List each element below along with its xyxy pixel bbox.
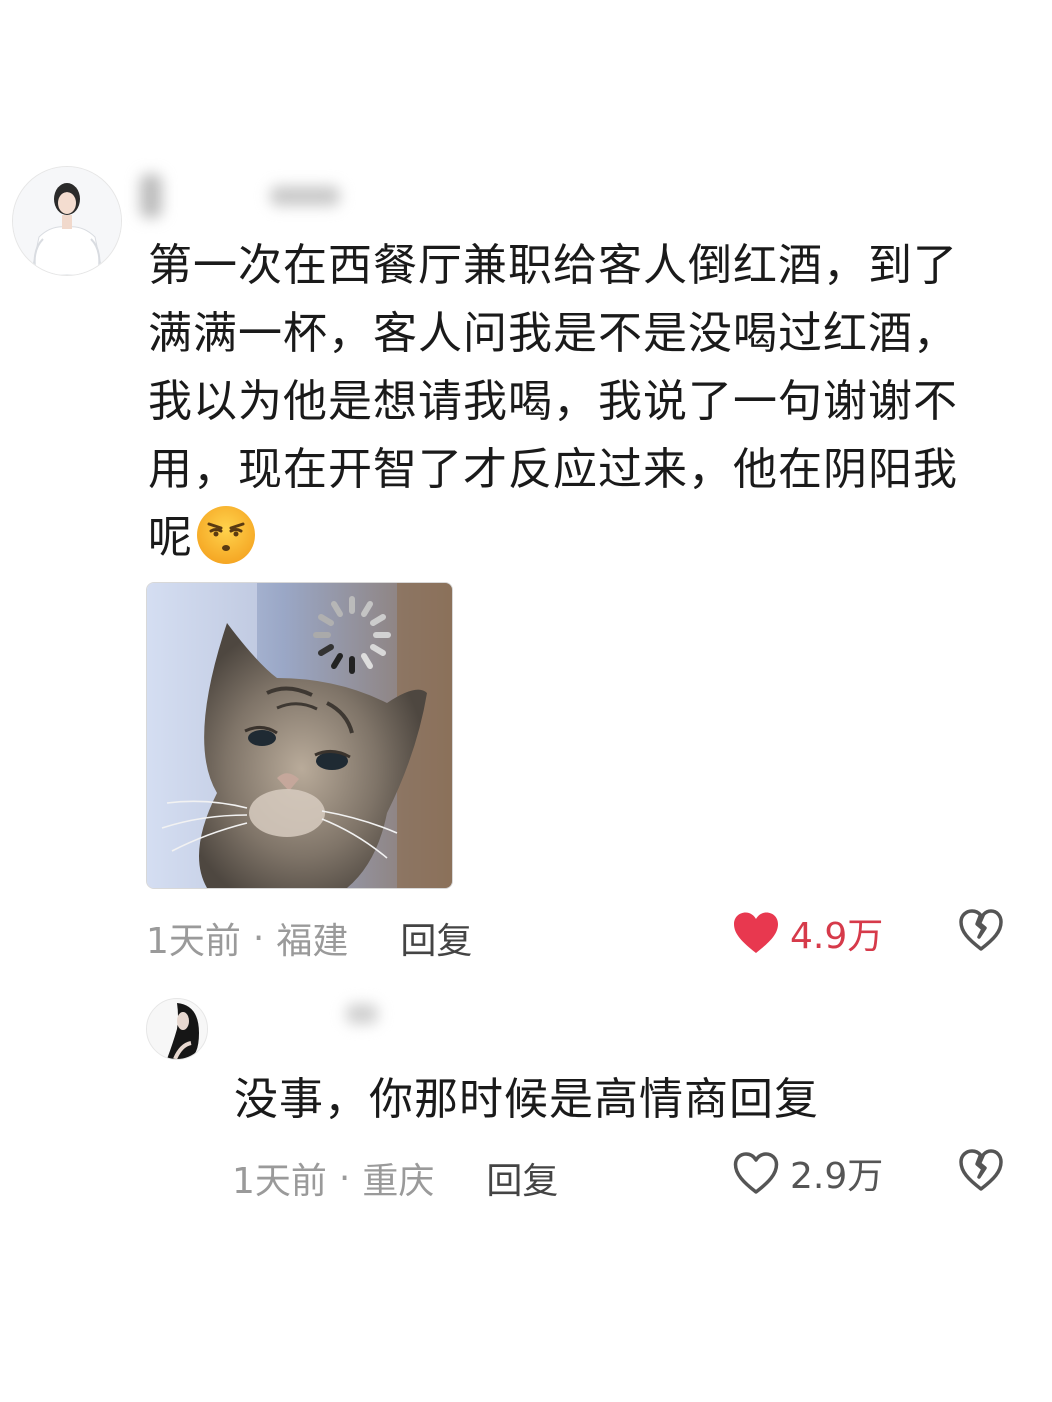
comment-location: 重庆 xyxy=(362,1161,435,1202)
comment-time: 1天前 xyxy=(146,921,241,962)
comment-location: 福建 xyxy=(276,921,349,962)
comment-text: 没事，你那时候是高情商回复 xyxy=(234,1066,994,1134)
broken-heart-icon xyxy=(959,909,1003,951)
reply-button[interactable]: 回复 xyxy=(400,912,472,964)
dislike-button[interactable] xyxy=(958,908,1004,952)
broken-heart-icon xyxy=(959,1149,1003,1191)
comment-meta: 1天前 · 福建 回复 xyxy=(146,912,472,964)
like-button[interactable]: 4.9万 xyxy=(732,907,883,959)
comment-text: 第一次在西餐厅兼职给客人倒红酒，到了满满一杯，客人问我是不是没喝过红酒，我以为他… xyxy=(148,232,978,572)
cat-meme-image[interactable] xyxy=(146,582,453,889)
unamused-face-emoji-icon xyxy=(195,504,257,566)
dislike-button[interactable] xyxy=(958,1148,1004,1192)
comment-meta: 1天前 · 重庆 回复 xyxy=(232,1152,558,1204)
commenter-avatar[interactable] xyxy=(12,166,122,276)
comment-time: 1天前 xyxy=(232,1161,327,1202)
comment-body: 没事，你那时候是高情商回复 xyxy=(234,1074,819,1125)
like-count: 2.9万 xyxy=(790,1156,884,1197)
user-avatar-icon xyxy=(147,999,207,1059)
cat-meme-image-icon xyxy=(147,583,452,888)
like-button[interactable]: 2.9万 xyxy=(732,1147,883,1199)
meta-separator: · xyxy=(338,1157,351,1199)
commenter-username[interactable] xyxy=(140,174,340,218)
heart-outline-icon xyxy=(733,1152,779,1194)
comment-body: 第一次在西餐厅兼职给客人倒红酒，到了满满一杯，客人问我是不是没喝过红酒，我以为他… xyxy=(148,240,958,563)
commenter-username[interactable] xyxy=(346,1004,378,1024)
heart-filled-icon xyxy=(734,912,778,953)
user-avatar-icon xyxy=(13,167,121,275)
commenter-avatar[interactable] xyxy=(146,998,208,1060)
like-count: 4.9万 xyxy=(790,916,884,957)
meta-separator: · xyxy=(252,917,265,959)
reply-button[interactable]: 回复 xyxy=(486,1152,558,1204)
